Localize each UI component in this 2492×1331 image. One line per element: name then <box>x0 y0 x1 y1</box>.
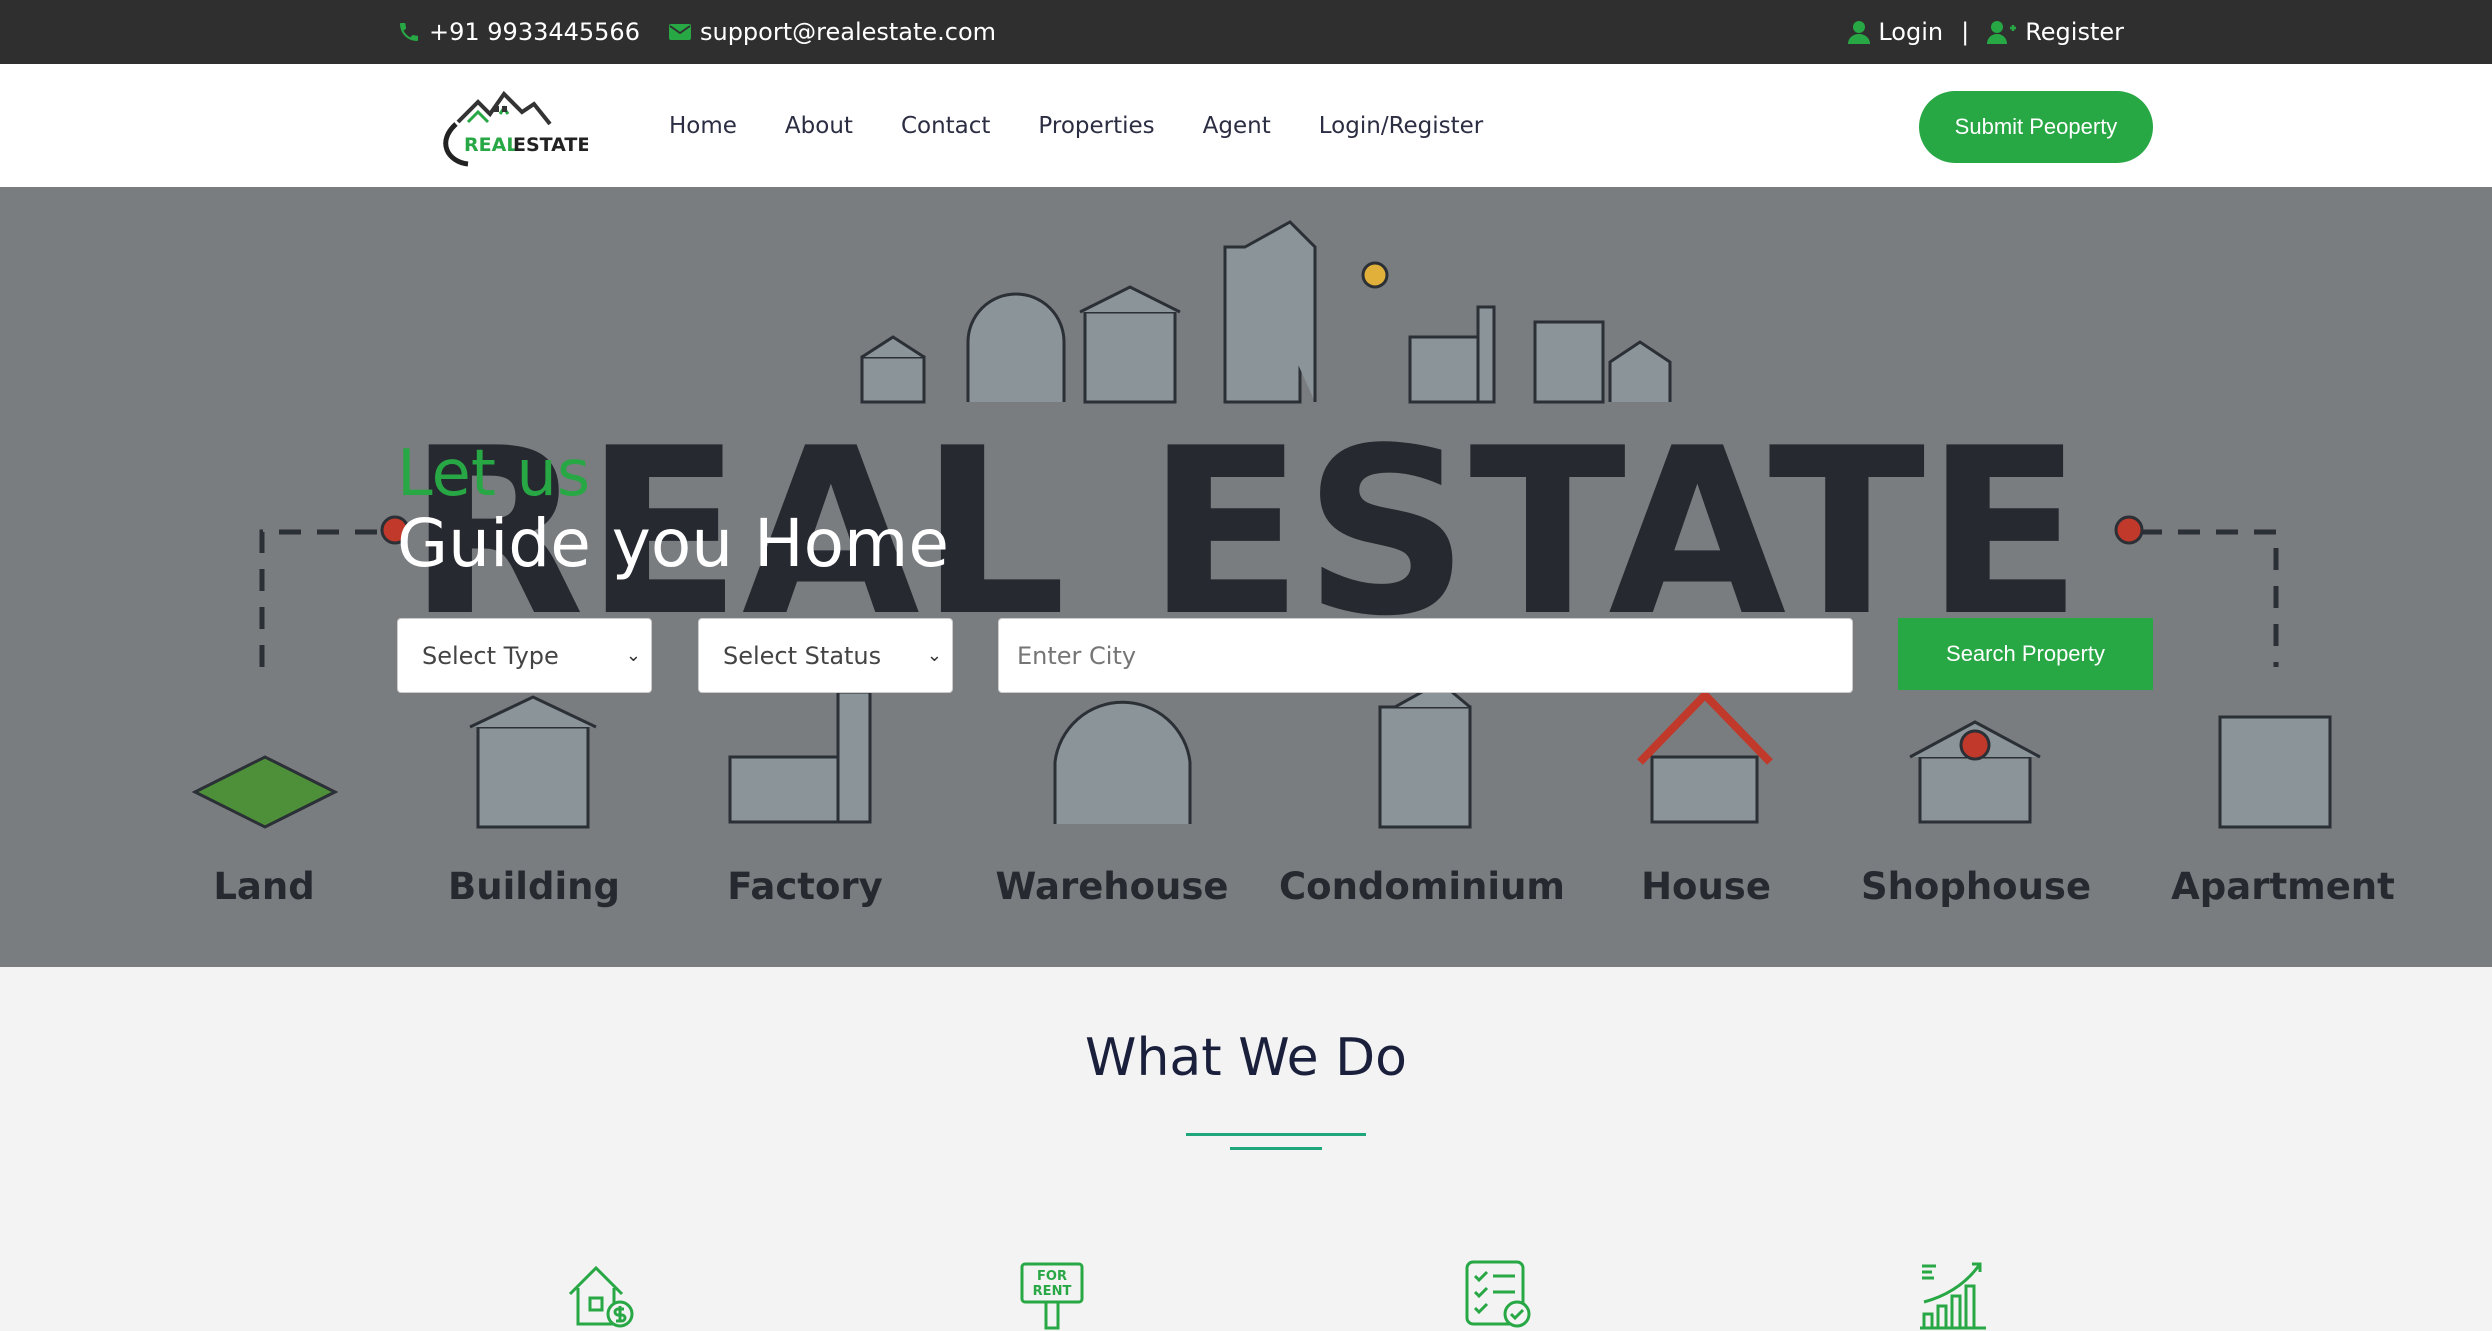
phone-link[interactable]: +91 9933445566 <box>397 18 640 46</box>
heading-underline-short <box>1230 1147 1322 1150</box>
email-address: support@realestate.com <box>699 18 997 46</box>
nav-menu: Home About Contact Properties Agent Logi… <box>669 64 1483 187</box>
hero-tagline-big: Guide you Home <box>397 505 949 582</box>
growth-chart-icon <box>1920 1262 1986 1330</box>
site-logo[interactable]: REAL ESTATE <box>438 82 590 172</box>
real-estate-illustration: REAL ESTATE Land Building Factory Wareho… <box>191 220 2395 908</box>
hero-banner: REAL ESTATE Land Building Factory Wareho… <box>0 187 2492 967</box>
nav-about[interactable]: About <box>785 113 853 139</box>
city-input[interactable] <box>998 618 1853 693</box>
nav-properties[interactable]: Properties <box>1038 113 1154 139</box>
chevron-down-icon: ⌄ <box>926 645 942 666</box>
category-shophouse: Shophouse <box>1861 865 2091 908</box>
category-factory: Factory <box>727 865 882 908</box>
for-rent-line2: RENT <box>1033 1284 1072 1299</box>
contact-info: +91 9933445566 support@realestate.com <box>397 0 996 64</box>
checklist-icon <box>1465 1260 1531 1328</box>
logo-estate-text: ESTATE <box>513 134 588 156</box>
nav-agent[interactable]: Agent <box>1203 113 1271 139</box>
status-select-value: Select Status <box>723 641 882 670</box>
envelope-icon <box>668 24 691 40</box>
type-select[interactable]: Select Type ⌄ <box>397 618 652 693</box>
category-warehouse: Warehouse <box>995 865 1228 908</box>
category-apartment: Apartment <box>2171 865 2395 908</box>
category-condominium: Condominium <box>1279 865 1565 908</box>
nav-login-register[interactable]: Login/Register <box>1319 113 1484 139</box>
what-we-do-heading: What We Do <box>1085 1028 1407 1088</box>
logo-real-text: REAL <box>464 134 518 156</box>
house-dollar-icon <box>568 1265 634 1328</box>
category-land: Land <box>213 865 314 908</box>
chevron-down-icon: ⌄ <box>625 645 641 666</box>
login-link[interactable]: Login <box>1848 18 1943 46</box>
user-plus-icon <box>1987 21 2017 44</box>
category-house: House <box>1641 865 1771 908</box>
email-link[interactable]: support@realestate.com <box>668 18 996 46</box>
hero-tagline-small: Let us <box>397 437 591 511</box>
login-label: Login <box>1878 18 1944 46</box>
type-select-value: Select Type <box>422 641 559 670</box>
status-select[interactable]: Select Status ⌄ <box>698 618 953 693</box>
submit-property-button[interactable]: Submit Peoperty <box>1919 91 2153 163</box>
nav-contact[interactable]: Contact <box>901 113 990 139</box>
top-bar: +91 9933445566 support@realestate.com Lo… <box>0 0 2492 64</box>
heading-underline <box>1186 1133 1366 1136</box>
nav-home[interactable]: Home <box>669 113 737 139</box>
property-search-form: Select Type ⌄ Select Status ⌄ Search Pro… <box>0 618 2492 693</box>
register-link[interactable]: Register <box>1987 18 2124 46</box>
phone-number: +91 9933445566 <box>429 18 640 46</box>
phone-icon <box>400 23 418 41</box>
for-rent-line1: FOR <box>1037 1269 1067 1284</box>
category-building: Building <box>448 865 620 908</box>
main-navbar: REAL ESTATE Home About Contact Propertie… <box>0 64 2492 187</box>
user-icon <box>1848 21 1871 44</box>
for-rent-sign-icon: FOR RENT <box>1020 1262 1084 1330</box>
auth-links: Login | Register <box>1848 0 2124 64</box>
auth-separator: | <box>1961 18 1970 46</box>
search-property-button[interactable]: Search Property <box>1898 618 2153 690</box>
register-label: Register <box>2025 18 2124 46</box>
